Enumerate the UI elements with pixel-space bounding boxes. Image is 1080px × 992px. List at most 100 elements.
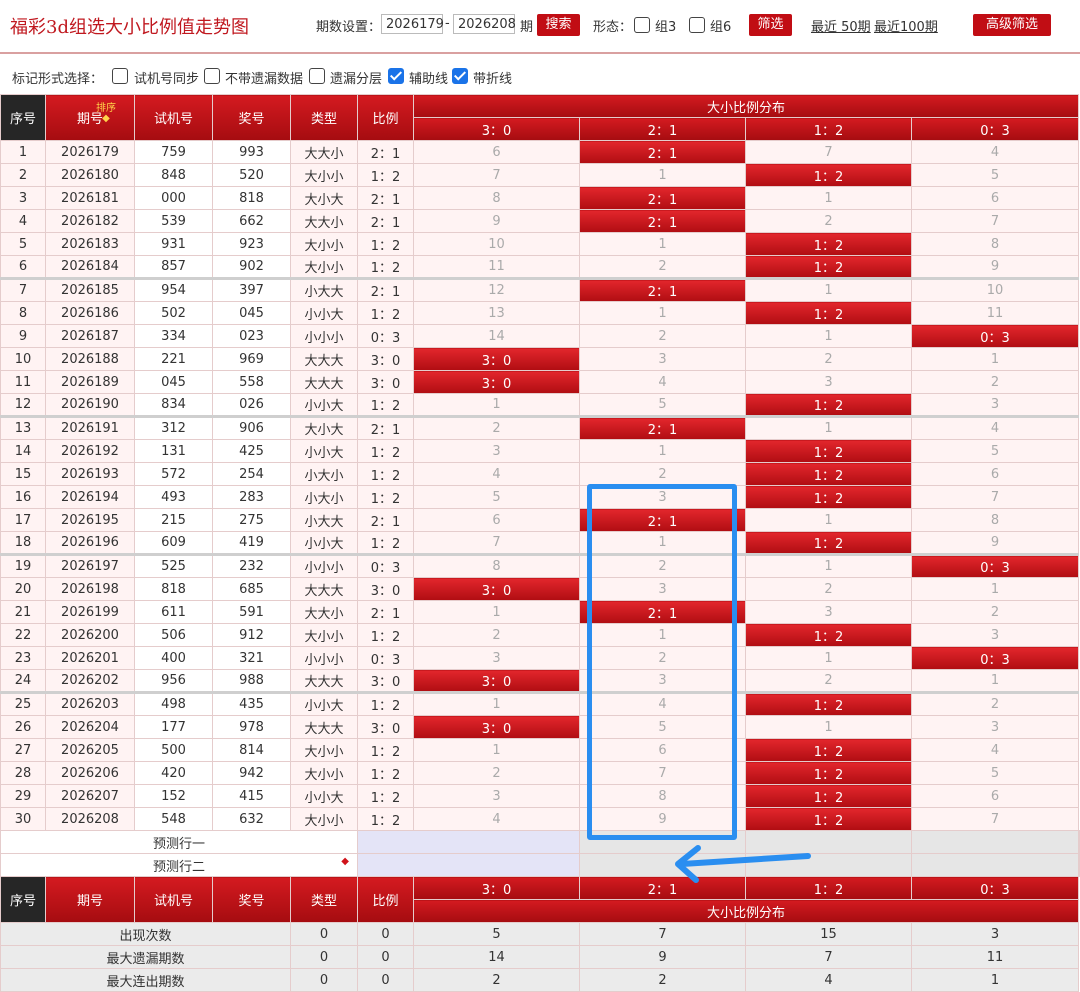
zu6-checkbox[interactable]	[689, 17, 705, 33]
no-omission-checkbox[interactable]	[204, 68, 220, 84]
cell-seq: 4	[0, 209, 46, 233]
dist-omission-cell: 4	[911, 416, 1079, 440]
cell-seq: 9	[0, 324, 46, 348]
cell-seq: 5	[0, 232, 46, 256]
advanced-filter-button[interactable]: 高级筛选	[973, 14, 1051, 36]
recent-100-link[interactable]: 最近100期	[874, 16, 938, 35]
helper-line-checkbox[interactable]	[388, 68, 404, 84]
dist-omission-cell: 1	[745, 324, 912, 348]
cell-ratio: 1：2	[357, 692, 414, 716]
foot-dist-header: 大小比例分布	[413, 899, 1079, 923]
cell-seq: 18	[0, 531, 46, 556]
cell-seq: 12	[0, 393, 46, 418]
stat-value: 2	[579, 968, 746, 992]
cell-seq: 17	[0, 508, 46, 532]
dist-omission-cell: 7	[413, 163, 580, 187]
period-from-input[interactable]: 2026179	[381, 14, 444, 34]
dist-omission-cell: 13	[413, 301, 580, 325]
cell-prize: 397	[212, 278, 291, 302]
table-row: 1 2026179 759 993 大大小 2：1 6 2：1 7 4	[0, 140, 1080, 164]
predict-cell[interactable]	[911, 830, 1079, 854]
cell-trial: 177	[134, 715, 213, 739]
dist-omission-cell: 6	[911, 462, 1079, 486]
cell-seq: 28	[0, 761, 46, 785]
dist-hit-cell: 1：2	[745, 393, 912, 418]
cell-type: 小大小	[290, 462, 358, 486]
cell-prize: 988	[212, 669, 291, 694]
dist-omission-cell: 2	[413, 761, 580, 785]
search-button[interactable]: 搜索	[537, 14, 580, 36]
cell-ratio: 3：0	[357, 577, 414, 601]
dist-omission-cell: 7	[911, 807, 1079, 831]
top-toolbar: 福彩3d组选大小比例值走势图 期数设置： 2026179 - 2026208 期…	[0, 0, 1080, 54]
cell-type: 小大大	[290, 508, 358, 532]
filter-button[interactable]: 筛选	[749, 14, 792, 36]
omission-layer-label: 遗漏分层	[330, 72, 383, 87]
foot-r30-header: 3：0	[413, 876, 580, 900]
dist-omission-cell: 8	[911, 508, 1079, 532]
cell-prize: 425	[212, 439, 291, 463]
table-row: 3 2026181 000 818 大小大 2：1 8 2：1 1 6	[0, 186, 1080, 210]
col-period-header[interactable]: 期号 排序 ◆	[45, 94, 135, 141]
cell-trial: 334	[134, 324, 213, 348]
stat-value: 7	[745, 945, 912, 969]
table-row: 16 2026194 493 283 小大小 1：2 5 3 1：2 7	[0, 485, 1080, 509]
cell-type: 小小大	[290, 784, 358, 808]
predict-cell[interactable]	[1078, 853, 1080, 877]
dist-hit-cell: 1：2	[745, 232, 912, 256]
table-row: 22 2026200 506 912 大小小 1：2 2 1 1：2 3	[0, 623, 1080, 647]
table-row: 8 2026186 502 045 小小大 1：2 13 1 1：2 11	[0, 301, 1080, 325]
predict-row-2-text: 预测行二	[152, 859, 205, 875]
dist-omission-cell: 4	[413, 462, 580, 486]
omission-layer-checkbox[interactable]	[309, 68, 325, 84]
recent-50-link[interactable]: 最近 50期	[811, 16, 871, 35]
dist-omission-cell: 14	[413, 324, 580, 348]
dist-omission-cell: 10	[413, 232, 580, 256]
sort-icon[interactable]: ◆	[102, 113, 110, 124]
table-row: 30 2026208 548 632 大小小 1：2 4 9 1：2 7	[0, 807, 1080, 831]
cell-ratio: 2：1	[357, 600, 414, 624]
cell-ratio: 1：2	[357, 301, 414, 325]
cell-trial: 931	[134, 232, 213, 256]
cell-ratio: 1：2	[357, 807, 414, 831]
highlight-rectangle	[587, 484, 737, 840]
cell-seq: 26	[0, 715, 46, 739]
cell-type: 大大小	[290, 140, 358, 164]
cell-ratio: 1：2	[357, 738, 414, 762]
stat-value: 11	[911, 945, 1079, 969]
polyline-checkbox[interactable]	[452, 68, 468, 84]
cell-period: 2026205	[45, 738, 135, 762]
cell-prize: 520	[212, 163, 291, 187]
zu3-checkbox[interactable]	[634, 17, 650, 33]
foot-trial-header: 试机号	[134, 876, 213, 923]
cell-ratio: 3：0	[357, 715, 414, 739]
cell-prize: 993	[212, 140, 291, 164]
cell-prize: 906	[212, 416, 291, 440]
cell-trial: 493	[134, 485, 213, 509]
predict-row-2-label: 预测行二 ◆	[0, 853, 358, 877]
cell-period: 2026197	[45, 554, 135, 578]
cell-prize: 045	[212, 301, 291, 325]
cell-trial: 548	[134, 807, 213, 831]
cell-prize: 232	[212, 554, 291, 578]
period-to-input[interactable]: 2026208	[453, 14, 516, 34]
table-row: 5 2026183 931 923 大小小 1：2 10 1 1：2 8	[0, 232, 1080, 256]
cell-type: 大大大	[290, 669, 358, 694]
predict-row-1-input[interactable]	[357, 830, 580, 854]
col-r12-header: 1：2	[745, 117, 912, 141]
cell-ratio: 2：1	[357, 508, 414, 532]
trial-sync-checkbox[interactable]	[112, 68, 128, 84]
dist-omission-cell: 7	[911, 209, 1079, 233]
down-arrow-icon[interactable]: ◆	[341, 856, 349, 867]
cell-trial: 525	[134, 554, 213, 578]
cell-period: 2026182	[45, 209, 135, 233]
dist-omission-cell: 8	[413, 186, 580, 210]
stat-label: 出现次数	[0, 922, 291, 946]
cell-ratio: 3：0	[357, 370, 414, 394]
predict-cell[interactable]	[1078, 830, 1080, 854]
predict-cell[interactable]	[911, 853, 1079, 877]
cell-type: 大大大	[290, 370, 358, 394]
dist-hit-cell: 1：2	[745, 623, 912, 647]
predict-row-2-input[interactable]	[357, 853, 580, 877]
stat-row: 最大连出期数 0 0 2 2 4 1	[0, 968, 1080, 992]
